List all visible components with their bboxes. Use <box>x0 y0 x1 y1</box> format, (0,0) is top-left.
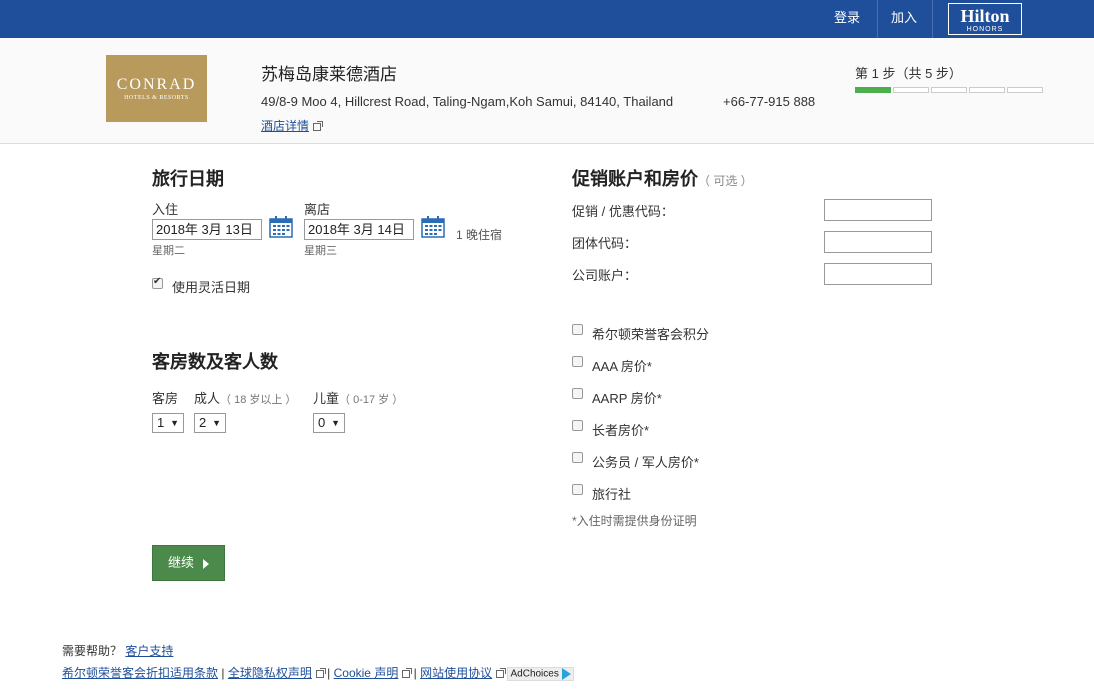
dropdown-arrow-icon: ▼ <box>212 418 221 428</box>
rate-option-label: 旅行社 <box>592 487 632 502</box>
rate-option-label: AAA 房价* <box>592 359 652 374</box>
promo-heading: 促销账户和房价（ 可选 ） <box>572 165 753 191</box>
honors-terms-link[interactable]: 希尔顿荣誉客会折扣适用条款 <box>62 666 218 680</box>
hotel-name: 苏梅岛康莱德酒店 <box>261 65 397 84</box>
rate-option-label: 公务员 / 军人房价* <box>592 455 699 470</box>
adults-select[interactable]: 2 ▼ <box>194 413 226 433</box>
travel-dates-heading: 旅行日期 <box>152 169 224 189</box>
dropdown-arrow-icon: ▼ <box>331 418 340 428</box>
progress-step-1 <box>855 87 891 93</box>
flexible-dates-label: 使用灵活日期 <box>172 280 251 295</box>
adults-select-value: 2 <box>199 415 207 430</box>
checkin-date-input[interactable]: 2018年 3月 13日 <box>152 219 262 240</box>
nav-divider <box>877 0 878 38</box>
rate-option-label: 长者房价* <box>592 423 650 438</box>
nights-count: 1 晚住宿 <box>456 228 503 242</box>
progress-step-3 <box>931 87 967 93</box>
conrad-logo: CONRAD HOTELS & RESORTS <box>106 55 207 122</box>
id-required-note: *入住时需提供身份证明 <box>572 514 697 528</box>
honors-points-checkbox[interactable] <box>572 324 583 335</box>
hotel-details-link[interactable]: 酒店详情 <box>261 117 324 134</box>
conrad-logo-name: CONRAD <box>116 76 197 93</box>
calendar-icon[interactable] <box>269 216 293 238</box>
checkout-label: 离店 <box>304 202 331 217</box>
children-label: 儿童（ 0-17 岁 ） <box>313 388 403 407</box>
government-military-rate-checkbox[interactable] <box>572 452 583 463</box>
play-arrow-icon <box>203 559 209 569</box>
aaa-rate-checkbox[interactable] <box>572 356 583 367</box>
conrad-logo-sub: HOTELS & RESORTS <box>124 95 189 101</box>
rate-option-label: 希尔顿荣誉客会积分 <box>592 327 710 342</box>
corporate-account-label: 公司账户： <box>572 268 638 283</box>
checkin-label: 入住 <box>152 202 179 217</box>
rooms-select-value: 1 <box>157 415 165 430</box>
adults-age-note: （ 18 岁以上 ） <box>220 394 297 406</box>
promo-code-input[interactable] <box>824 199 932 221</box>
hotel-header: CONRAD HOTELS & RESORTS 苏梅岛康莱德酒店 49/8-9 … <box>0 38 1094 144</box>
cookie-statement-link[interactable]: Cookie 声明 <box>334 666 399 680</box>
external-link-icon <box>402 667 413 678</box>
customer-support-link[interactable]: 客户支持 <box>125 644 173 658</box>
checkout-weekday: 星期三 <box>304 245 337 257</box>
site-terms-link[interactable]: 网站使用协议 <box>420 666 492 680</box>
senior-rate-checkbox[interactable] <box>572 420 583 431</box>
help-label: 需要帮助？ <box>62 644 123 658</box>
optional-note: （ 可选 ） <box>698 174 753 188</box>
dropdown-arrow-icon: ▼ <box>170 418 179 428</box>
adchoices-label: AdChoices <box>510 669 559 680</box>
children-select-value: 0 <box>318 415 326 430</box>
footer-help: 需要帮助？ 客户支持 <box>62 642 173 659</box>
checkout-date-input[interactable]: 2018年 3月 14日 <box>304 219 414 240</box>
promo-code-label: 促销 / 优惠代码： <box>572 204 674 219</box>
step-progress-label: 第 1 步（共 5 步） <box>855 66 962 81</box>
travel-agent-checkbox[interactable] <box>572 484 583 495</box>
logo-sub-text: HONORS <box>966 26 1004 33</box>
rooms-guests-heading: 客房数及客人数 <box>152 352 278 372</box>
progress-step-5 <box>1007 87 1043 93</box>
top-nav-bar: 登录 加入 Hilton HONORS <box>0 0 1094 38</box>
promo-heading-text: 促销账户和房价 <box>572 169 698 189</box>
hotel-phone: +66-77-915 888 <box>723 94 816 109</box>
login-link[interactable]: 登录 <box>822 0 872 38</box>
progress-step-4 <box>969 87 1005 93</box>
corporate-account-input[interactable] <box>824 263 932 285</box>
calendar-icon[interactable] <box>421 216 445 238</box>
continue-button[interactable]: 继续 <box>152 545 225 581</box>
hilton-honors-logo[interactable]: Hilton HONORS <box>948 3 1022 35</box>
aarp-rate-checkbox[interactable] <box>572 388 583 399</box>
group-code-label: 团体代码： <box>572 236 638 251</box>
footer-links: 希尔顿荣誉客会折扣适用条款 | 全球隐私权声明 | Cookie 声明 | 网站… <box>62 664 574 682</box>
children-select[interactable]: 0 ▼ <box>313 413 345 433</box>
adults-label-text: 成人 <box>194 391 221 406</box>
hotel-address: 49/8-9 Moo 4, Hillcrest Road, Taling-Nga… <box>261 94 674 109</box>
hotel-details-label: 酒店详情 <box>261 119 310 133</box>
flexible-dates-checkbox[interactable] <box>152 276 163 289</box>
external-link-icon <box>313 120 324 131</box>
adults-label: 成人（ 18 岁以上 ） <box>194 388 296 407</box>
continue-button-label: 继续 <box>168 555 195 570</box>
children-label-text: 儿童 <box>313 391 340 406</box>
group-code-input[interactable] <box>824 231 932 253</box>
privacy-statement-link[interactable]: 全球隐私权声明 <box>228 666 312 680</box>
checkin-weekday: 星期二 <box>152 245 185 257</box>
logo-brand-text: Hilton <box>960 6 1010 26</box>
adchoices-icon <box>561 668 571 681</box>
adchoices-badge[interactable]: AdChoices <box>507 667 574 682</box>
join-link[interactable]: 加入 <box>880 0 928 38</box>
external-link-icon <box>496 667 507 678</box>
rooms-select[interactable]: 1 ▼ <box>152 413 184 433</box>
children-age-note: （ 0-17 岁 ） <box>339 394 404 406</box>
rate-option-label: AARP 房价* <box>592 391 662 406</box>
progress-step-2 <box>893 87 929 93</box>
external-link-icon <box>315 667 326 678</box>
rooms-label: 客房 <box>152 391 179 406</box>
nav-divider <box>932 0 933 38</box>
